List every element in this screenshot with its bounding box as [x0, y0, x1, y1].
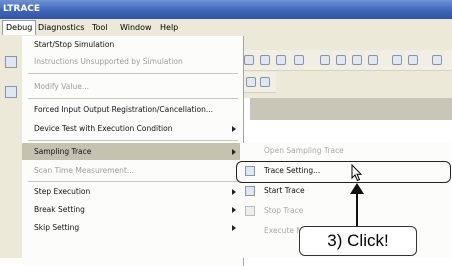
menu-item-step-execution[interactable]: Step Execution — [22, 185, 242, 199]
menu-separator — [28, 181, 238, 182]
submenu-arrow-icon — [232, 207, 236, 213]
window-titlebar: LTRACE — [0, 0, 452, 19]
submenu-item-open-sampling-trace: Open Sampling Trace — [240, 143, 452, 159]
toolbar-icon[interactable] — [246, 77, 256, 87]
window-title: LTRACE — [3, 4, 41, 14]
toolbar-row-1 — [236, 50, 452, 71]
menu-item-sampling-trace[interactable]: Sampling Trace — [22, 143, 242, 160]
toolbar-icon[interactable] — [294, 55, 304, 65]
menu-separator — [28, 98, 238, 99]
submenu-arrow-icon — [232, 126, 236, 132]
toolbar-icon[interactable] — [276, 55, 286, 65]
toolbar-icon[interactable] — [320, 55, 330, 65]
menu-item-modify-value: Modify Value... — [34, 82, 89, 91]
submenu-arrow-icon — [232, 225, 236, 231]
toolbar-icon[interactable] — [408, 55, 418, 65]
menu-item-forced-input-output[interactable]: Forced Input Output Registration/Cancell… — [22, 103, 242, 117]
menu-item-break-setting[interactable]: Break Setting — [22, 203, 242, 217]
menu-item-device-test[interactable]: Device Test with Execution Condition — [22, 122, 242, 136]
arrow-shaft — [356, 192, 358, 226]
toolbar-icon[interactable] — [368, 55, 378, 65]
menu-separator — [28, 73, 238, 74]
menu-debug[interactable]: Debug — [2, 20, 37, 35]
submenu-item-start-trace[interactable]: Start Trace — [240, 183, 452, 199]
editor-header-band — [250, 98, 452, 120]
menu-tool[interactable]: Tool — [92, 22, 108, 33]
mouse-pointer-icon — [351, 164, 363, 182]
menu-bar: Debug Diagnostics Tool Window Help — [0, 19, 452, 36]
stop-trace-icon — [245, 206, 255, 216]
toolbar-icon[interactable] — [336, 55, 346, 65]
menu-diagnostics[interactable]: Diagnostics — [38, 22, 84, 33]
debug-menu-dropdown: Start/Stop Simulation Instructions Unsup… — [22, 36, 244, 266]
menu-window[interactable]: Window — [120, 22, 152, 33]
toolbar-icon[interactable] — [432, 55, 442, 65]
menu-help[interactable]: Help — [160, 22, 178, 33]
submenu-arrow-icon — [232, 149, 236, 155]
toolbar-icon[interactable] — [260, 77, 270, 87]
highlight-callout-box — [236, 161, 451, 183]
submenu-item-label: Open Sampling Trace — [264, 146, 344, 155]
toolbar-icon[interactable] — [352, 55, 362, 65]
toolbar-icon[interactable] — [5, 56, 17, 68]
submenu-item-label: Stop Trace — [264, 206, 304, 215]
menu-item-scan-time-measurement: Scan Time Measurement... — [34, 166, 134, 175]
menu-item-instructions-unsupported: Instructions Unsupported by Simulation — [34, 57, 183, 66]
menu-separator — [28, 140, 238, 141]
toolbar-icon[interactable] — [392, 55, 402, 65]
menu-item-skip-setting[interactable]: Skip Setting — [22, 221, 242, 235]
menu-item-start-stop-simulation[interactable]: Start/Stop Simulation — [22, 38, 242, 52]
submenu-item-stop-trace: Stop Trace — [240, 203, 452, 219]
step-instruction-label: 3) Click! — [299, 226, 417, 256]
submenu-arrow-icon — [232, 189, 236, 195]
toolbar-icon[interactable] — [260, 55, 270, 65]
left-toolbar — [0, 36, 22, 258]
start-trace-icon — [245, 186, 255, 196]
toolbar-icon[interactable] — [5, 86, 17, 98]
submenu-item-label: Start Trace — [264, 186, 305, 195]
toolbar-icon[interactable] — [244, 55, 254, 65]
